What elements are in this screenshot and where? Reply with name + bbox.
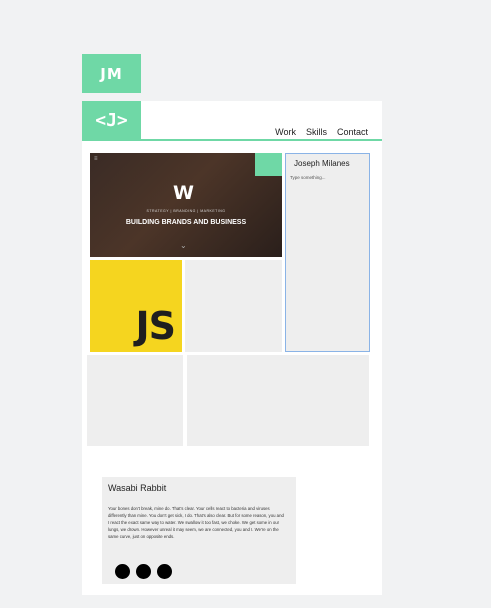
carousel-dot[interactable] <box>136 564 151 579</box>
nav-divider <box>82 139 382 141</box>
hamburger-menu-icon[interactable]: ≡ <box>94 156 98 162</box>
nav-item-contact[interactable]: Contact <box>337 127 368 137</box>
javascript-logo-text: JS <box>135 304 176 348</box>
nav-item-skills[interactable]: Skills <box>306 127 327 137</box>
quote-title: Wasabi Rabbit <box>108 483 167 493</box>
brand-w-logo: W <box>173 182 194 204</box>
card-logo-text: <J> <box>95 109 128 131</box>
site-logo[interactable]: JM <box>82 54 141 93</box>
quote-body: Your bones don't break, mine do. That's … <box>108 506 284 539</box>
chevron-down-icon[interactable]: ⌄ <box>180 241 187 250</box>
card-logo[interactable]: <J> <box>82 101 141 139</box>
hero-subtitle: STRATEGY | BRANDING | MARKETING <box>146 209 226 213</box>
carousel-dot[interactable] <box>157 564 172 579</box>
project-tile[interactable] <box>185 260 282 352</box>
project-tile[interactable] <box>187 355 369 446</box>
profile-panel: Joseph Milanes Type something... <box>285 153 370 352</box>
message-input[interactable]: Type something... <box>290 175 326 180</box>
project-tile[interactable] <box>87 355 183 446</box>
nav-item-work[interactable]: Work <box>275 127 296 137</box>
portfolio-card: <J> Work Skills Contact ≡ W STRATEGY | B… <box>82 101 382 595</box>
carousel-dot[interactable] <box>115 564 130 579</box>
profile-name: Joseph Milanes <box>294 159 350 168</box>
top-nav: Work Skills Contact <box>275 127 368 137</box>
site-logo-text: JM <box>100 64 123 83</box>
hero-corner-accent <box>255 153 282 176</box>
quote-card: Wasabi Rabbit Your bones don't break, mi… <box>102 477 296 584</box>
hero-title: BUILDING BRANDS AND BUSINESS <box>125 219 247 226</box>
hero-banner[interactable]: ≡ W STRATEGY | BRANDING | MARKETING BUIL… <box>90 153 282 257</box>
javascript-tile[interactable]: JS <box>90 260 182 352</box>
carousel-dots <box>115 564 172 579</box>
